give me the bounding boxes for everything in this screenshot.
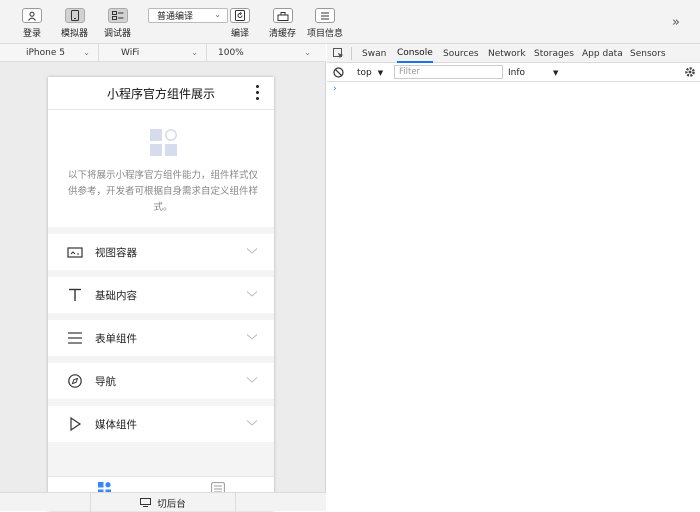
chevron-down-icon: ⌄	[191, 48, 198, 57]
compile-mode-value: 普通编译	[157, 12, 194, 22]
tab-swan[interactable]: Swan	[362, 44, 386, 63]
navigation-bar: 小程序官方组件展示	[48, 77, 274, 110]
clear-cache-label: 清缓存	[269, 29, 297, 39]
simulator-settings-bar: iPhone 5 ⌄ WiFi ⌄ 100% ⌄	[0, 44, 326, 62]
devtools-tab-bar: Swan Console Sources Network Storages Ap…	[327, 44, 700, 63]
simulator-bottom-bar: 切后台	[0, 492, 326, 512]
device-value: iPhone 5	[26, 48, 65, 58]
zoom-select[interactable]: 100% ⌄	[207, 44, 319, 62]
intro-description: 以下将展示小程序官方组件能力，组件样式仅供参考，开发者可根据自身需求自定义组件样…	[67, 170, 258, 213]
simulator-label: 模拟器	[61, 29, 89, 39]
simulator-panel: iPhone 5 ⌄ WiFi ⌄ 100% ⌄ 小程序官方组件展示 以下将展示…	[0, 44, 326, 512]
project-info-label: 项目信息	[307, 29, 344, 39]
list-item-media-components[interactable]: 媒体组件	[48, 406, 274, 442]
list-item-basic-content[interactable]: 基础内容	[48, 277, 274, 313]
clear-cache-button[interactable]: 清缓存	[269, 8, 296, 39]
chevron-down-icon: ⌄	[214, 10, 221, 19]
list-item-label: 基础内容	[95, 289, 137, 302]
triangle-down-icon: ▼	[553, 68, 559, 77]
view-container-icon	[67, 247, 83, 258]
context-select[interactable]: top ▼	[357, 63, 383, 82]
tab-network[interactable]: Network	[488, 44, 526, 63]
tab-sources[interactable]: Sources	[443, 44, 479, 63]
login-label: 登录	[22, 29, 41, 39]
components-logo-icon	[150, 129, 177, 156]
page-title: 小程序官方组件展示	[106, 86, 215, 101]
more-options-icon[interactable]	[256, 85, 260, 100]
compile-label: 编译	[230, 29, 249, 39]
compile-mode-select[interactable]: 普通编译 ⌄	[148, 8, 228, 23]
component-list: 视图容器 基础内容 表单组件 导航 媒体组件	[48, 234, 274, 442]
log-level-value: Info	[508, 67, 526, 78]
chevron-down-icon	[246, 248, 258, 254]
monitor-icon	[140, 498, 152, 507]
list-item-label: 表单组件	[95, 332, 137, 345]
zoom-value: 100%	[218, 48, 244, 58]
debugger-label: 调试器	[104, 29, 132, 39]
switch-background-button[interactable]: 切后台	[90, 493, 236, 512]
tab-storages[interactable]: Storages	[534, 44, 574, 63]
login-button[interactable]: 登录	[22, 8, 42, 39]
play-icon	[70, 417, 82, 431]
broom-icon	[272, 8, 293, 23]
network-select[interactable]: WiFi ⌄	[99, 44, 207, 62]
list-icon	[68, 332, 82, 344]
clear-console-icon[interactable]	[333, 67, 344, 78]
filter-input[interactable]: Filter	[394, 65, 503, 79]
switch-background-label: 切后台	[157, 498, 186, 510]
debugger-icon	[107, 8, 128, 23]
list-item-view-container[interactable]: 视图容器	[48, 234, 274, 270]
intro-section: 以下将展示小程序官方组件能力，组件样式仅供参考，开发者可根据自身需求自定义组件样…	[48, 110, 274, 227]
list-item-label: 视图容器	[95, 246, 137, 259]
compile-icon	[230, 8, 250, 23]
device-select[interactable]: iPhone 5 ⌄	[0, 44, 99, 62]
chevron-down-icon	[246, 420, 258, 426]
user-icon	[22, 8, 42, 23]
text-icon	[69, 288, 81, 301]
gear-icon[interactable]	[684, 66, 696, 78]
tab-sensors[interactable]: Sensors	[630, 44, 666, 63]
chevron-down-icon: ⌄	[83, 48, 90, 57]
chevron-down-icon	[246, 334, 258, 340]
chevron-down-icon	[246, 291, 258, 297]
log-level-select[interactable]: Info ▼	[508, 63, 558, 82]
triangle-down-icon: ▼	[377, 68, 384, 77]
tab-console[interactable]: Console	[397, 44, 433, 63]
list-item-label: 媒体组件	[95, 418, 137, 431]
network-value: WiFi	[121, 48, 140, 58]
phone-icon	[64, 8, 85, 23]
console-toolbar: top ▼ Filter Info ▼	[327, 63, 700, 82]
console-prompt[interactable]: ›	[333, 84, 337, 94]
phone-screen: 小程序官方组件展示 以下将展示小程序官方组件能力，组件样式仅供参考，开发者可根据…	[48, 77, 274, 511]
chevron-down-icon	[246, 377, 258, 383]
chevron-down-icon: ⌄	[304, 48, 311, 57]
debugger-button[interactable]: 调试器	[104, 8, 131, 39]
list-item-form-components[interactable]: 表单组件	[48, 320, 274, 356]
compile-button[interactable]: 编译	[230, 8, 250, 39]
list-item-navigation[interactable]: 导航	[48, 363, 274, 399]
inspect-element-icon[interactable]	[333, 48, 344, 59]
context-value: top	[357, 67, 372, 78]
double-chevron-right-icon[interactable]: »	[672, 15, 680, 30]
devtools-panel: Swan Console Sources Network Storages Ap…	[327, 44, 700, 511]
simulator-button[interactable]: 模拟器	[61, 8, 88, 39]
toolbar-divider	[351, 47, 352, 60]
menu-icon	[315, 8, 335, 23]
tab-app-data[interactable]: App data	[582, 44, 623, 63]
list-item-label: 导航	[95, 375, 116, 388]
compass-icon	[68, 374, 82, 388]
main-toolbar: 登录 模拟器 调试器 普通编译 ⌄ 编译 清缓存 项目信息 »	[0, 0, 700, 44]
project-info-button[interactable]: 项目信息	[307, 8, 343, 39]
filter-placeholder: Filter	[399, 67, 421, 77]
